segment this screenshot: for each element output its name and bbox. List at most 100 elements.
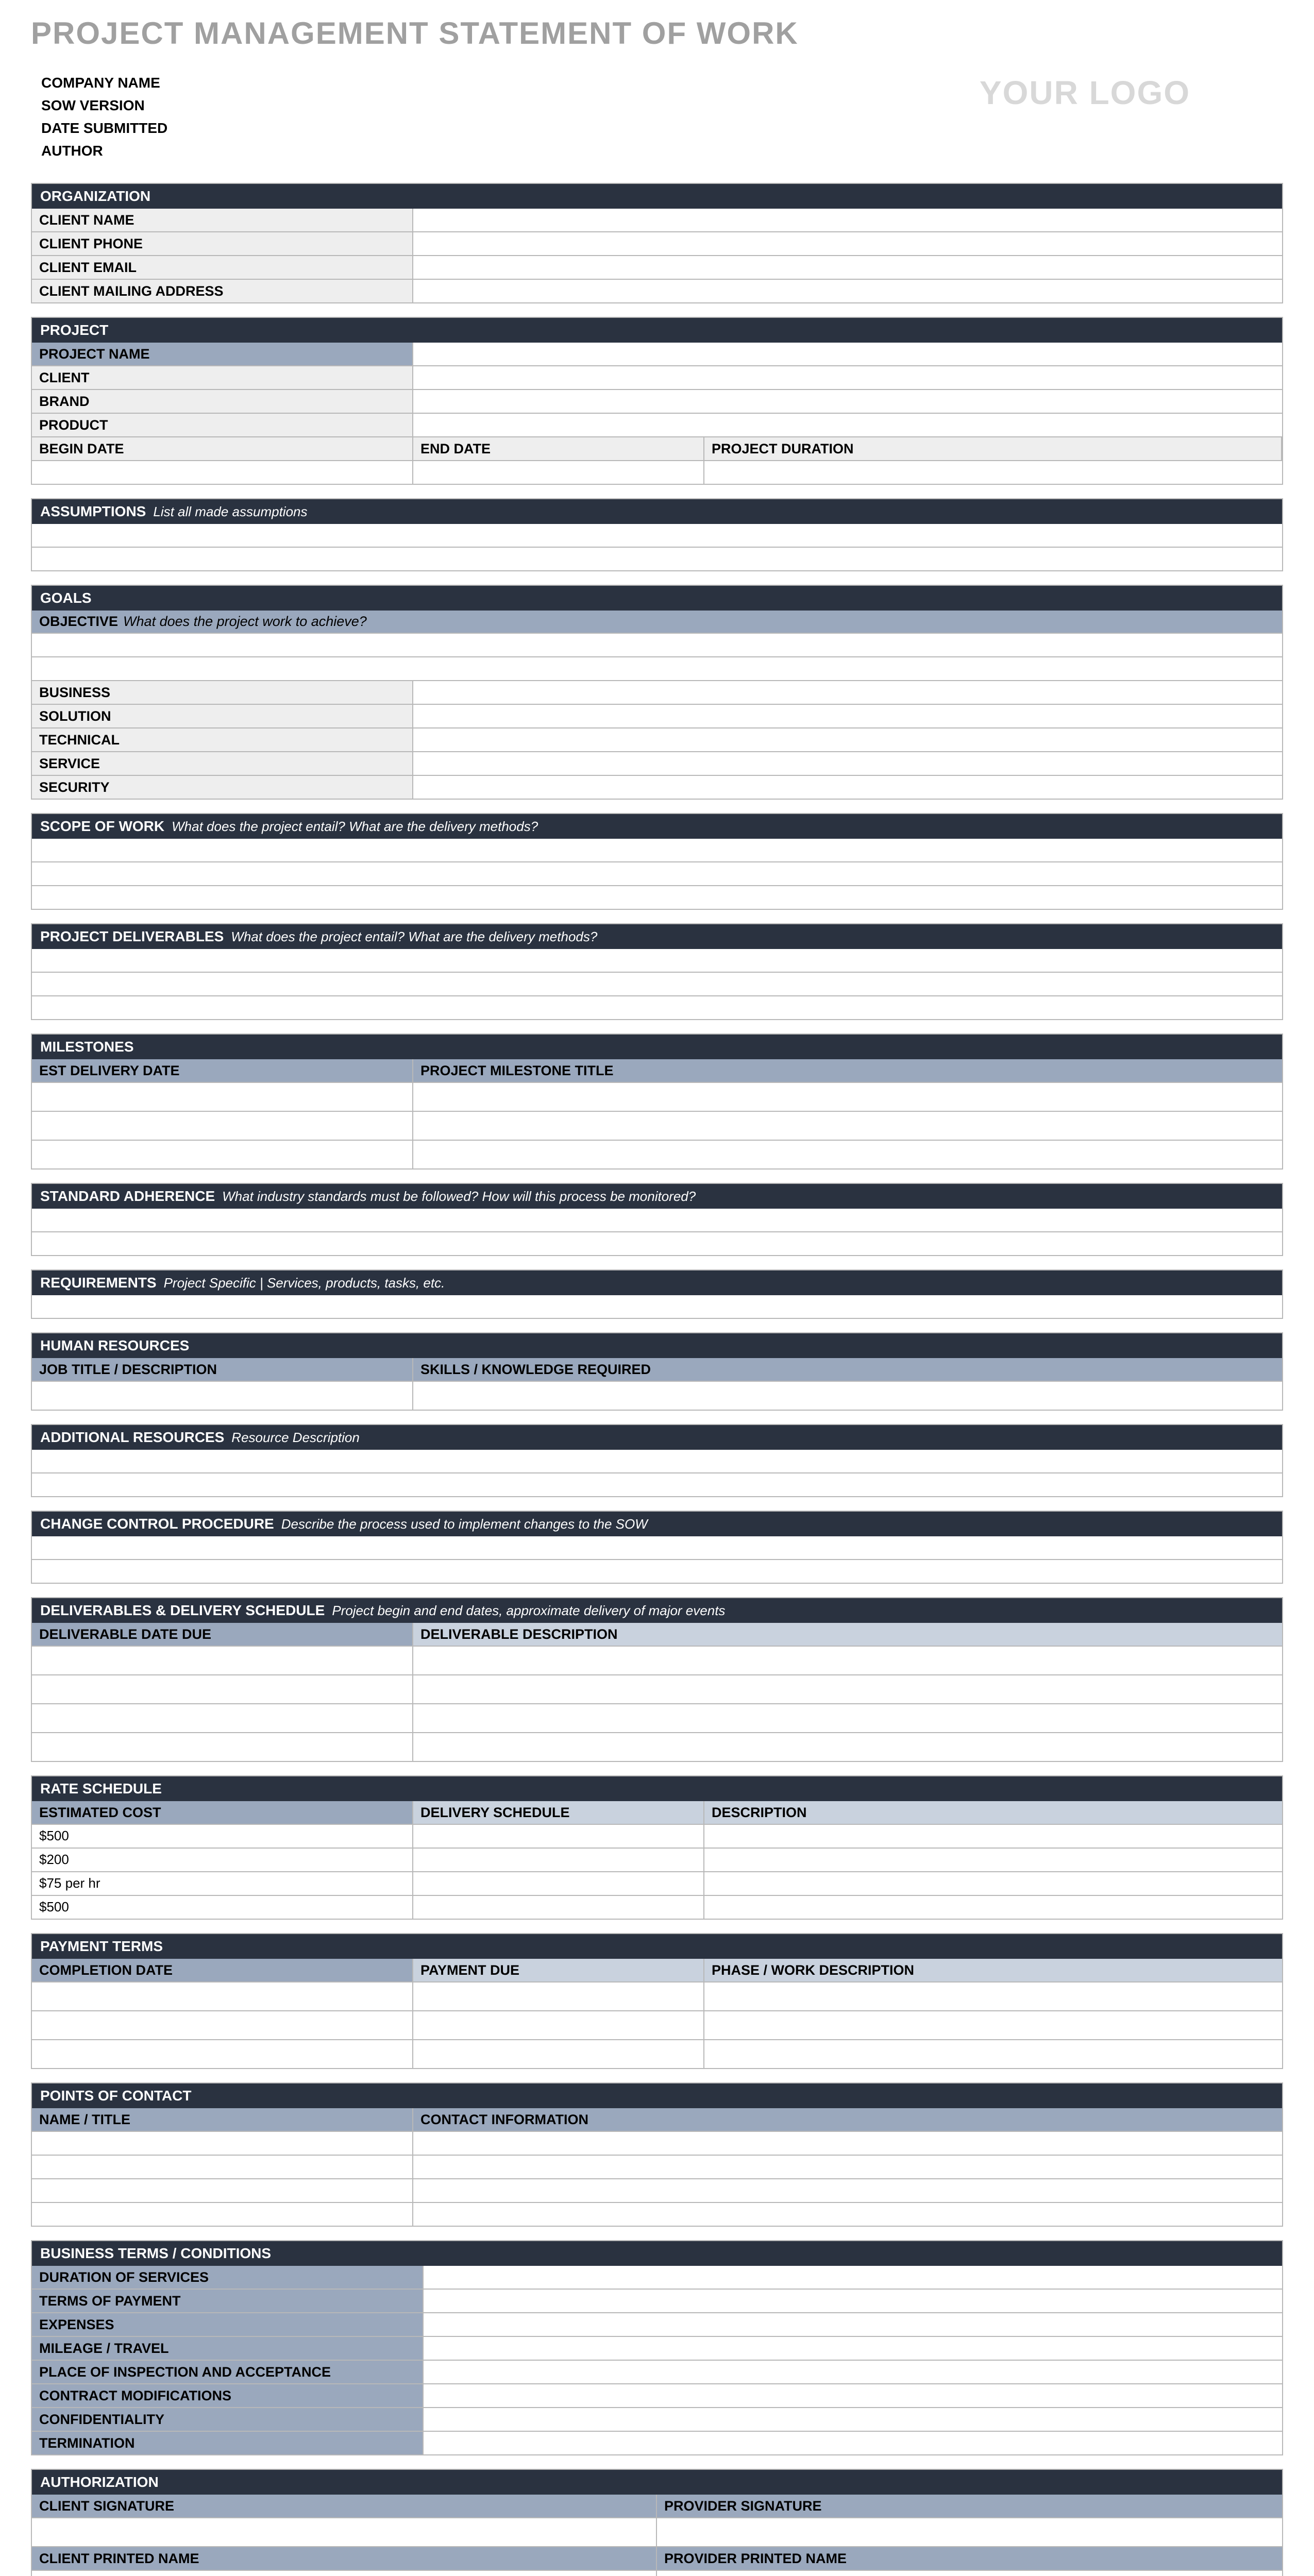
client-mail-value[interactable] bbox=[413, 280, 1282, 302]
change-line[interactable] bbox=[32, 1560, 1282, 1583]
scope-line[interactable] bbox=[32, 862, 1282, 885]
payment-date[interactable] bbox=[32, 1982, 413, 2010]
project-duration-value[interactable] bbox=[704, 461, 1282, 484]
poc-name[interactable] bbox=[32, 2203, 413, 2226]
project-client-value[interactable] bbox=[413, 366, 1282, 389]
dds-desc[interactable] bbox=[413, 1704, 1282, 1732]
rate-sched[interactable] bbox=[413, 1896, 704, 1919]
dds-desc[interactable] bbox=[413, 1733, 1282, 1761]
business-value[interactable] bbox=[413, 681, 1282, 704]
payment-due[interactable] bbox=[413, 2011, 704, 2039]
payment-due[interactable] bbox=[413, 2040, 704, 2068]
deliverables-line[interactable] bbox=[32, 949, 1282, 972]
rate-cost[interactable]: $500 bbox=[32, 1825, 413, 1848]
payment-date[interactable] bbox=[32, 2011, 413, 2039]
milestone-date[interactable] bbox=[32, 1141, 413, 1168]
poc-name[interactable] bbox=[32, 2179, 413, 2202]
hr-job[interactable] bbox=[32, 1382, 413, 1410]
security-value[interactable] bbox=[413, 776, 1282, 799]
hr-skills[interactable] bbox=[413, 1382, 1282, 1410]
meta-date: DATE SUBMITTED bbox=[41, 117, 167, 140]
client-signature-value[interactable] bbox=[32, 2518, 657, 2546]
project-heading: PROJECT bbox=[32, 318, 1282, 343]
rate-desc[interactable] bbox=[704, 1872, 1282, 1895]
milestone-date[interactable] bbox=[32, 1112, 413, 1140]
payment-date[interactable] bbox=[32, 2040, 413, 2068]
objective-line[interactable] bbox=[32, 657, 1282, 680]
dds-desc[interactable] bbox=[413, 1675, 1282, 1703]
end-date-value[interactable] bbox=[413, 461, 704, 484]
additional-resources-section: ADDITIONAL RESOURCESResource Description bbox=[31, 1424, 1283, 1497]
dds-desc[interactable] bbox=[413, 1647, 1282, 1674]
client-printed-name-value[interactable] bbox=[32, 2571, 657, 2576]
client-email-label: CLIENT EMAIL bbox=[32, 256, 413, 279]
client-phone-value[interactable] bbox=[413, 232, 1282, 255]
assumptions-line[interactable] bbox=[32, 524, 1282, 547]
business-terms-section: BUSINESS TERMS / CONDITIONS DURATION OF … bbox=[31, 2240, 1283, 2455]
poc-contact[interactable] bbox=[413, 2179, 1282, 2202]
payment-due[interactable] bbox=[413, 1982, 704, 2010]
requirements-line[interactable] bbox=[32, 1295, 1282, 1318]
term-value[interactable] bbox=[424, 2266, 1282, 2289]
poc-contact[interactable] bbox=[413, 2156, 1282, 2178]
assumptions-line[interactable] bbox=[32, 548, 1282, 570]
provider-signature-value[interactable] bbox=[657, 2518, 1282, 2546]
milestone-title[interactable] bbox=[413, 1083, 1282, 1111]
service-value[interactable] bbox=[413, 752, 1282, 775]
term-value[interactable] bbox=[424, 2361, 1282, 2383]
rate-sched[interactable] bbox=[413, 1872, 704, 1895]
milestone-title[interactable] bbox=[413, 1112, 1282, 1140]
rate-cost[interactable]: $500 bbox=[32, 1896, 413, 1919]
client-email-value[interactable] bbox=[413, 256, 1282, 279]
objective-line[interactable] bbox=[32, 634, 1282, 656]
project-name-value[interactable] bbox=[413, 343, 1282, 365]
term-value[interactable] bbox=[424, 2432, 1282, 2454]
begin-date-label: BEGIN DATE bbox=[32, 437, 413, 460]
payment-phase[interactable] bbox=[704, 2011, 1282, 2039]
milestone-date[interactable] bbox=[32, 1083, 413, 1111]
rate-desc[interactable] bbox=[704, 1849, 1282, 1871]
rate-desc[interactable] bbox=[704, 1825, 1282, 1848]
project-product-value[interactable] bbox=[413, 414, 1282, 436]
scope-line[interactable] bbox=[32, 839, 1282, 861]
standard-line[interactable] bbox=[32, 1209, 1282, 1231]
dds-date[interactable] bbox=[32, 1675, 413, 1703]
solution-value[interactable] bbox=[413, 705, 1282, 727]
requirements-hint: Project Specific | Services, products, t… bbox=[164, 1275, 445, 1291]
dds-date[interactable] bbox=[32, 1733, 413, 1761]
term-value[interactable] bbox=[424, 2337, 1282, 2360]
standard-line[interactable] bbox=[32, 1232, 1282, 1255]
addres-line[interactable] bbox=[32, 1473, 1282, 1496]
rate-sched[interactable] bbox=[413, 1825, 704, 1848]
term-value[interactable] bbox=[424, 2384, 1282, 2407]
poc-contact[interactable] bbox=[413, 2203, 1282, 2226]
human-resources-section: HUMAN RESOURCES JOB TITLE / DESCRIPTION … bbox=[31, 1332, 1283, 1411]
project-brand-value[interactable] bbox=[413, 390, 1282, 413]
rate-cost[interactable]: $200 bbox=[32, 1849, 413, 1871]
rate-cost[interactable]: $75 per hr bbox=[32, 1872, 413, 1895]
deliverables-line[interactable] bbox=[32, 996, 1282, 1019]
scope-hint: What does the project entail? What are t… bbox=[172, 819, 538, 835]
payment-phase[interactable] bbox=[704, 1982, 1282, 2010]
addres-line[interactable] bbox=[32, 1450, 1282, 1472]
objective-subheader: OBJECTIVEWhat does the project work to a… bbox=[32, 611, 1282, 633]
poc-name[interactable] bbox=[32, 2156, 413, 2178]
payment-phase[interactable] bbox=[704, 2040, 1282, 2068]
dds-date[interactable] bbox=[32, 1647, 413, 1674]
change-line[interactable] bbox=[32, 1536, 1282, 1559]
deliverables-line[interactable] bbox=[32, 973, 1282, 995]
poc-name[interactable] bbox=[32, 2132, 413, 2155]
scope-line[interactable] bbox=[32, 886, 1282, 909]
rate-sched[interactable] bbox=[413, 1849, 704, 1871]
poc-contact[interactable] bbox=[413, 2132, 1282, 2155]
technical-value[interactable] bbox=[413, 728, 1282, 751]
milestone-title[interactable] bbox=[413, 1141, 1282, 1168]
term-value[interactable] bbox=[424, 2313, 1282, 2336]
begin-date-value[interactable] bbox=[32, 461, 413, 484]
provider-printed-name-value[interactable] bbox=[657, 2571, 1282, 2576]
term-value[interactable] bbox=[424, 2408, 1282, 2431]
dds-date[interactable] bbox=[32, 1704, 413, 1732]
client-name-value[interactable] bbox=[413, 209, 1282, 231]
rate-desc[interactable] bbox=[704, 1896, 1282, 1919]
term-value[interactable] bbox=[424, 2290, 1282, 2312]
